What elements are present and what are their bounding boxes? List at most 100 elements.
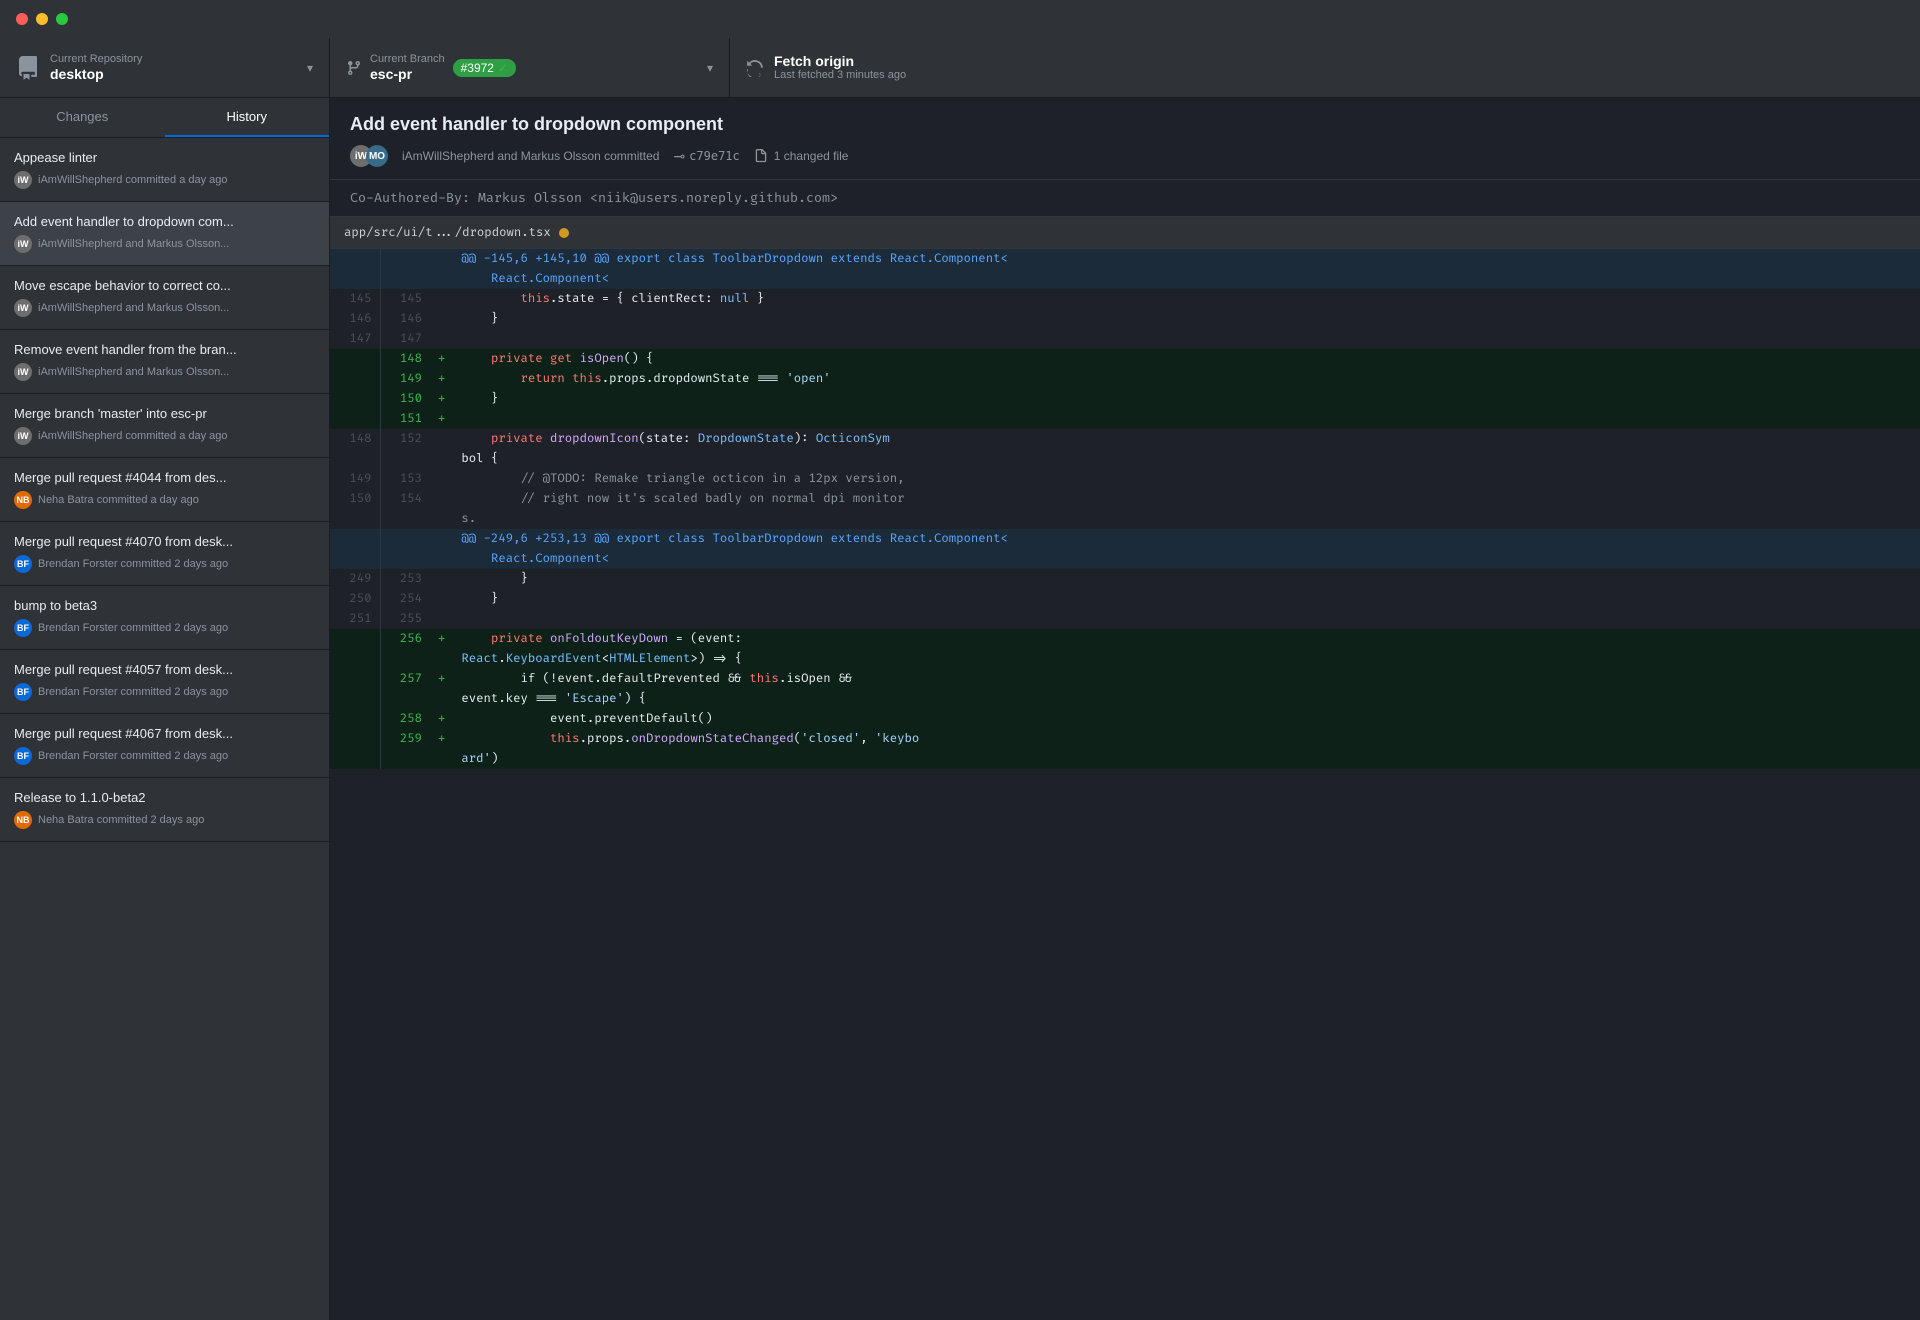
commit-author: iAmWillShepherd committed a day ago <box>38 174 228 186</box>
hunk-header: @@ -145,6 +145,10 @@ export class Toolba… <box>330 249 1920 269</box>
diff-row-added: 149 + return this.props.dropdownState ==… <box>330 369 1920 389</box>
avatar: iW <box>14 235 32 253</box>
commit-title: Merge pull request #4067 from desk... <box>14 726 315 741</box>
branch-label-small: Current Branch <box>370 53 445 66</box>
diff-row-added: 151 + <box>330 409 1920 429</box>
commit-meta: BF Brendan Forster committed 2 days ago <box>14 555 315 573</box>
file-icon <box>754 149 768 163</box>
diff-row: React.Component< <box>330 549 1920 569</box>
repo-label-small: Current Repository <box>50 53 142 66</box>
commit-meta: iW iAmWillShepherd and Markus Olsson... <box>14 299 315 317</box>
diff-row-added: 259 + this.props.onDropdownStateChanged(… <box>330 729 1920 749</box>
diff-row: 147 147 <box>330 329 1920 349</box>
changed-files-text: 1 changed file <box>774 149 849 163</box>
diff-row: 146 146 } <box>330 309 1920 329</box>
diff-row: 250 254 } <box>330 589 1920 609</box>
diff-row: React.Component< <box>330 269 1920 289</box>
list-item[interactable]: Merge pull request #4070 from desk... BF… <box>0 522 329 586</box>
diff-row: 251 255 <box>330 609 1920 629</box>
commit-meta: NB Neha Batra committed a day ago <box>14 491 315 509</box>
commit-meta: BF Brendan Forster committed 2 days ago <box>14 683 315 701</box>
list-item[interactable]: Add event handler to dropdown com... iW … <box>0 202 329 266</box>
minimize-button[interactable] <box>36 13 48 25</box>
list-item[interactable]: Merge pull request #4044 from des... NB … <box>0 458 329 522</box>
avatar: iW <box>14 363 32 381</box>
diff-row: 149 153 // @TODO: Remake triangle octico… <box>330 469 1920 489</box>
fetch-labels: Fetch origin Last fetched 3 minutes ago <box>774 53 906 83</box>
diff-row-added: 150 + } <box>330 389 1920 409</box>
commit-title: Move escape behavior to correct co... <box>14 278 315 293</box>
tab-history[interactable]: History <box>165 98 330 137</box>
list-item[interactable]: Merge pull request #4067 from desk... BF… <box>0 714 329 778</box>
list-item[interactable]: Move escape behavior to correct co... iW… <box>0 266 329 330</box>
sidebar-tabs: Changes History <box>0 98 329 138</box>
commit-subject: Add event handler to dropdown component <box>350 114 1900 135</box>
hash-icon: ⊸ <box>673 148 685 165</box>
commit-meta: BF Brendan Forster committed 2 days ago <box>14 619 315 637</box>
current-branch-section[interactable]: Current Branch esc-pr #3972 ✓ ▾ <box>330 38 730 97</box>
list-item[interactable]: bump to beta3 BF Brendan Forster committ… <box>0 586 329 650</box>
repo-labels: Current Repository desktop <box>50 53 142 83</box>
commit-header: Add event handler to dropdown component … <box>330 98 1920 180</box>
avatar: iW <box>14 427 32 445</box>
commit-list: Appease linter iW iAmWillShepherd commit… <box>0 138 329 1320</box>
list-item[interactable]: Merge branch 'master' into esc-pr iW iAm… <box>0 394 329 458</box>
hunk-header: @@ -249,6 +253,13 @@ export class Toolba… <box>330 529 1920 549</box>
diff-table: @@ -145,6 +145,10 @@ export class Toolba… <box>330 249 1920 769</box>
close-button[interactable] <box>16 13 28 25</box>
file-header: app/src/ui/t.../dropdown.tsx <box>330 217 1920 249</box>
list-item[interactable]: Release to 1.1.0-beta2 NB Neha Batra com… <box>0 778 329 842</box>
commit-meta: iW iAmWillShepherd and Markus Olsson... <box>14 363 315 381</box>
maximize-button[interactable] <box>56 13 68 25</box>
list-item[interactable]: Remove event handler from the bran... iW… <box>0 330 329 394</box>
commit-author: iAmWillShepherd committed a day ago <box>38 430 228 442</box>
fetch-label-small: Last fetched 3 minutes ago <box>774 69 906 82</box>
commit-author: iAmWillShepherd and Markus Olsson... <box>38 302 229 314</box>
sidebar: Changes History Appease linter iW iAmWil… <box>0 98 330 1320</box>
diff-row-added: 258 + event.preventDefault() <box>330 709 1920 729</box>
branch-pr-badge: #3972 ✓ <box>453 59 516 77</box>
commit-meta: NB Neha Batra committed 2 days ago <box>14 811 315 829</box>
avatar: BF <box>14 747 32 765</box>
changed-files: 1 changed file <box>754 149 849 163</box>
commit-title: Remove event handler from the bran... <box>14 342 315 357</box>
branch-labels: Current Branch esc-pr <box>370 53 445 83</box>
list-item[interactable]: Merge pull request #4057 from desk... BF… <box>0 650 329 714</box>
avatar: iW <box>14 299 32 317</box>
branch-icon <box>346 60 362 76</box>
commit-title: Release to 1.1.0-beta2 <box>14 790 315 805</box>
diff-row-added: React.KeyboardEvent<HTMLElement>) => { <box>330 649 1920 669</box>
avatar: BF <box>14 555 32 573</box>
commit-title: Merge branch 'master' into esc-pr <box>14 406 315 421</box>
diff-row-added: 148 + private get isOpen() { <box>330 349 1920 369</box>
commit-author: Neha Batra committed a day ago <box>38 494 199 506</box>
fetch-icon <box>746 59 764 77</box>
commit-author: Brendan Forster committed 2 days ago <box>38 750 228 762</box>
diff-area[interactable]: app/src/ui/t.../dropdown.tsx @@ -145,6 +… <box>330 217 1920 1320</box>
diff-row: 145 145 this.state = { clientRect: null … <box>330 289 1920 309</box>
repo-label-large: desktop <box>50 66 142 83</box>
commit-hash: ⊸ c79e71c <box>673 148 739 165</box>
commit-body: Co-Authored-By: Markus Olsson <niik@user… <box>330 180 1920 217</box>
diff-row-added: 257 + if (!event.defaultPrevented && thi… <box>330 669 1920 689</box>
avatar: BF <box>14 619 32 637</box>
commit-author: Brendan Forster committed 2 days ago <box>38 558 228 570</box>
current-repository-section[interactable]: Current Repository desktop ▾ <box>0 38 330 97</box>
titlebar <box>0 0 1920 38</box>
commit-author: Neha Batra committed 2 days ago <box>38 814 204 826</box>
avatar: NB <box>14 491 32 509</box>
commit-author: Brendan Forster committed 2 days ago <box>38 686 228 698</box>
repo-caret-icon: ▾ <box>307 61 313 75</box>
commit-meta: iW iAmWillShepherd committed a day ago <box>14 171 315 189</box>
commit-author: iAmWillShepherd and Markus Olsson... <box>38 366 229 378</box>
commit-title: Add event handler to dropdown com... <box>14 214 315 229</box>
diff-row-added: event.key === 'Escape') { <box>330 689 1920 709</box>
fetch-origin-section[interactable]: Fetch origin Last fetched 3 minutes ago <box>730 38 1030 97</box>
commit-info-row: iW MO iAmWillShepherd and Markus Olsson … <box>350 145 1900 167</box>
avatar: MO <box>366 145 388 167</box>
diff-row: bol { <box>330 449 1920 469</box>
tab-changes[interactable]: Changes <box>0 98 165 137</box>
list-item[interactable]: Appease linter iW iAmWillShepherd commit… <box>0 138 329 202</box>
file-path: app/src/ui/t.../dropdown.tsx <box>344 225 551 240</box>
avatar: BF <box>14 683 32 701</box>
